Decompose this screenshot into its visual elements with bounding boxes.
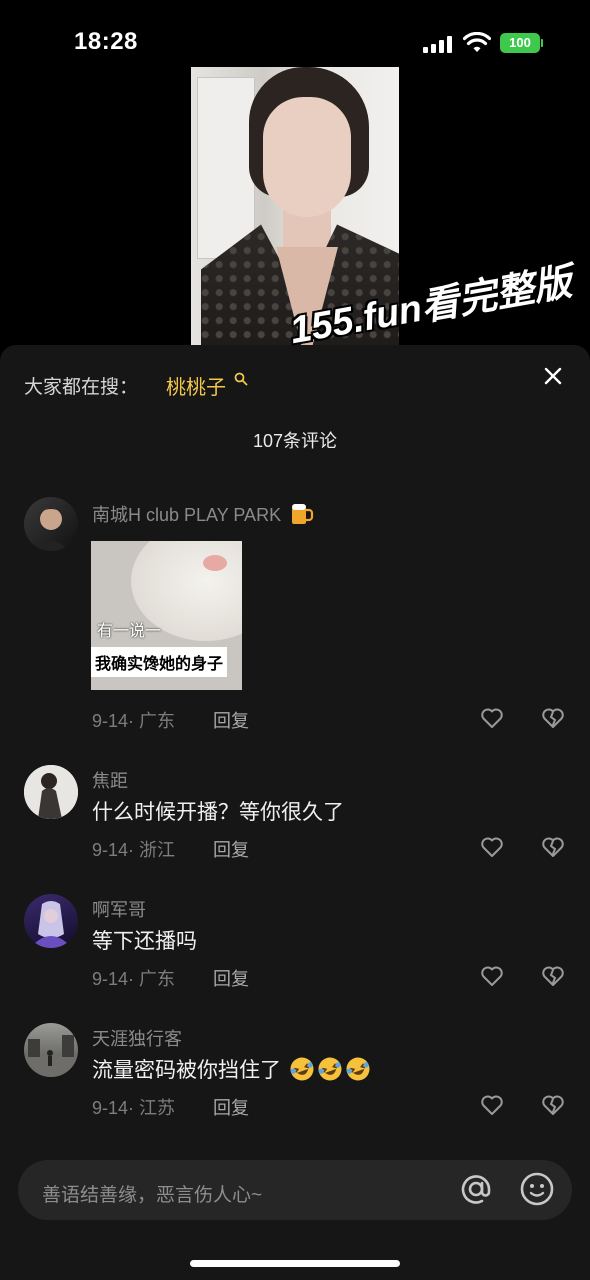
broken-heart-icon[interactable] (541, 836, 565, 858)
heart-icon[interactable] (480, 836, 504, 858)
comment-input-placeholder[interactable]: 善语结善缘，恶言伤人心~ (42, 1180, 262, 1207)
sticker-caption-top: 有一说一 (97, 623, 162, 640)
search-icon (234, 372, 248, 386)
heart-icon[interactable] (480, 1094, 504, 1116)
search-suggestion-label: 大家都在搜： (24, 377, 139, 398)
heart-icon[interactable] (480, 707, 504, 729)
reply-button[interactable]: 回复 (213, 965, 249, 991)
beer-mug-icon (292, 504, 314, 524)
cellular-signal-icon (423, 35, 453, 53)
broken-heart-icon[interactable] (541, 965, 565, 987)
comment-meta: 9-14· 江苏 (92, 1098, 176, 1118)
reply-button[interactable]: 回复 (213, 836, 249, 862)
broken-heart-icon[interactable] (541, 1094, 565, 1116)
broken-heart-icon[interactable] (541, 707, 565, 729)
avatar[interactable] (24, 765, 78, 819)
comment-sticker-image[interactable]: 有一说一 我确实馋她的身子 (91, 541, 242, 690)
comment-meta: 9-14· 广东 (92, 969, 176, 989)
comment-count: 107条评论 (252, 431, 338, 451)
heart-icon[interactable] (480, 965, 504, 987)
avatar[interactable] (24, 497, 78, 551)
avatar[interactable] (24, 894, 78, 948)
battery-indicator: 100 (500, 33, 540, 53)
comment-text: 等下还播吗 (92, 930, 197, 953)
avatar[interactable] (24, 1023, 78, 1077)
close-icon[interactable] (541, 364, 565, 388)
comment-meta: 9-14· 浙江 (92, 840, 176, 860)
laughing-crying-emoji (318, 1057, 342, 1081)
search-suggestion-keyword[interactable]: 桃桃子 (166, 371, 226, 400)
comment-username[interactable]: 天涯独行客 (92, 1025, 182, 1051)
comment-username[interactable]: 南城H club PLAY PARK (92, 500, 314, 527)
comment-text: 什么时候开播？等你很久了 (92, 801, 344, 824)
comment-username[interactable]: 啊军哥 (92, 896, 146, 922)
battery-tip (541, 39, 543, 47)
at-mention-icon[interactable] (458, 1171, 494, 1207)
comment-username[interactable]: 焦距 (92, 767, 128, 793)
emoji-icon[interactable] (519, 1171, 555, 1207)
home-indicator (190, 1260, 400, 1267)
status-time: 18:28 (74, 28, 138, 55)
laughing-crying-emoji (346, 1057, 370, 1081)
reply-button[interactable]: 回复 (213, 707, 249, 733)
wifi-icon (463, 32, 491, 52)
sticker-caption-bottom: 我确实馋她的身子 (91, 647, 228, 677)
laughing-crying-emoji (290, 1057, 314, 1081)
comment-meta: 9-14· 广东 (92, 711, 176, 731)
comment-text: 流量密码被你挡住了 (92, 1054, 371, 1084)
reply-button[interactable]: 回复 (213, 1094, 249, 1120)
